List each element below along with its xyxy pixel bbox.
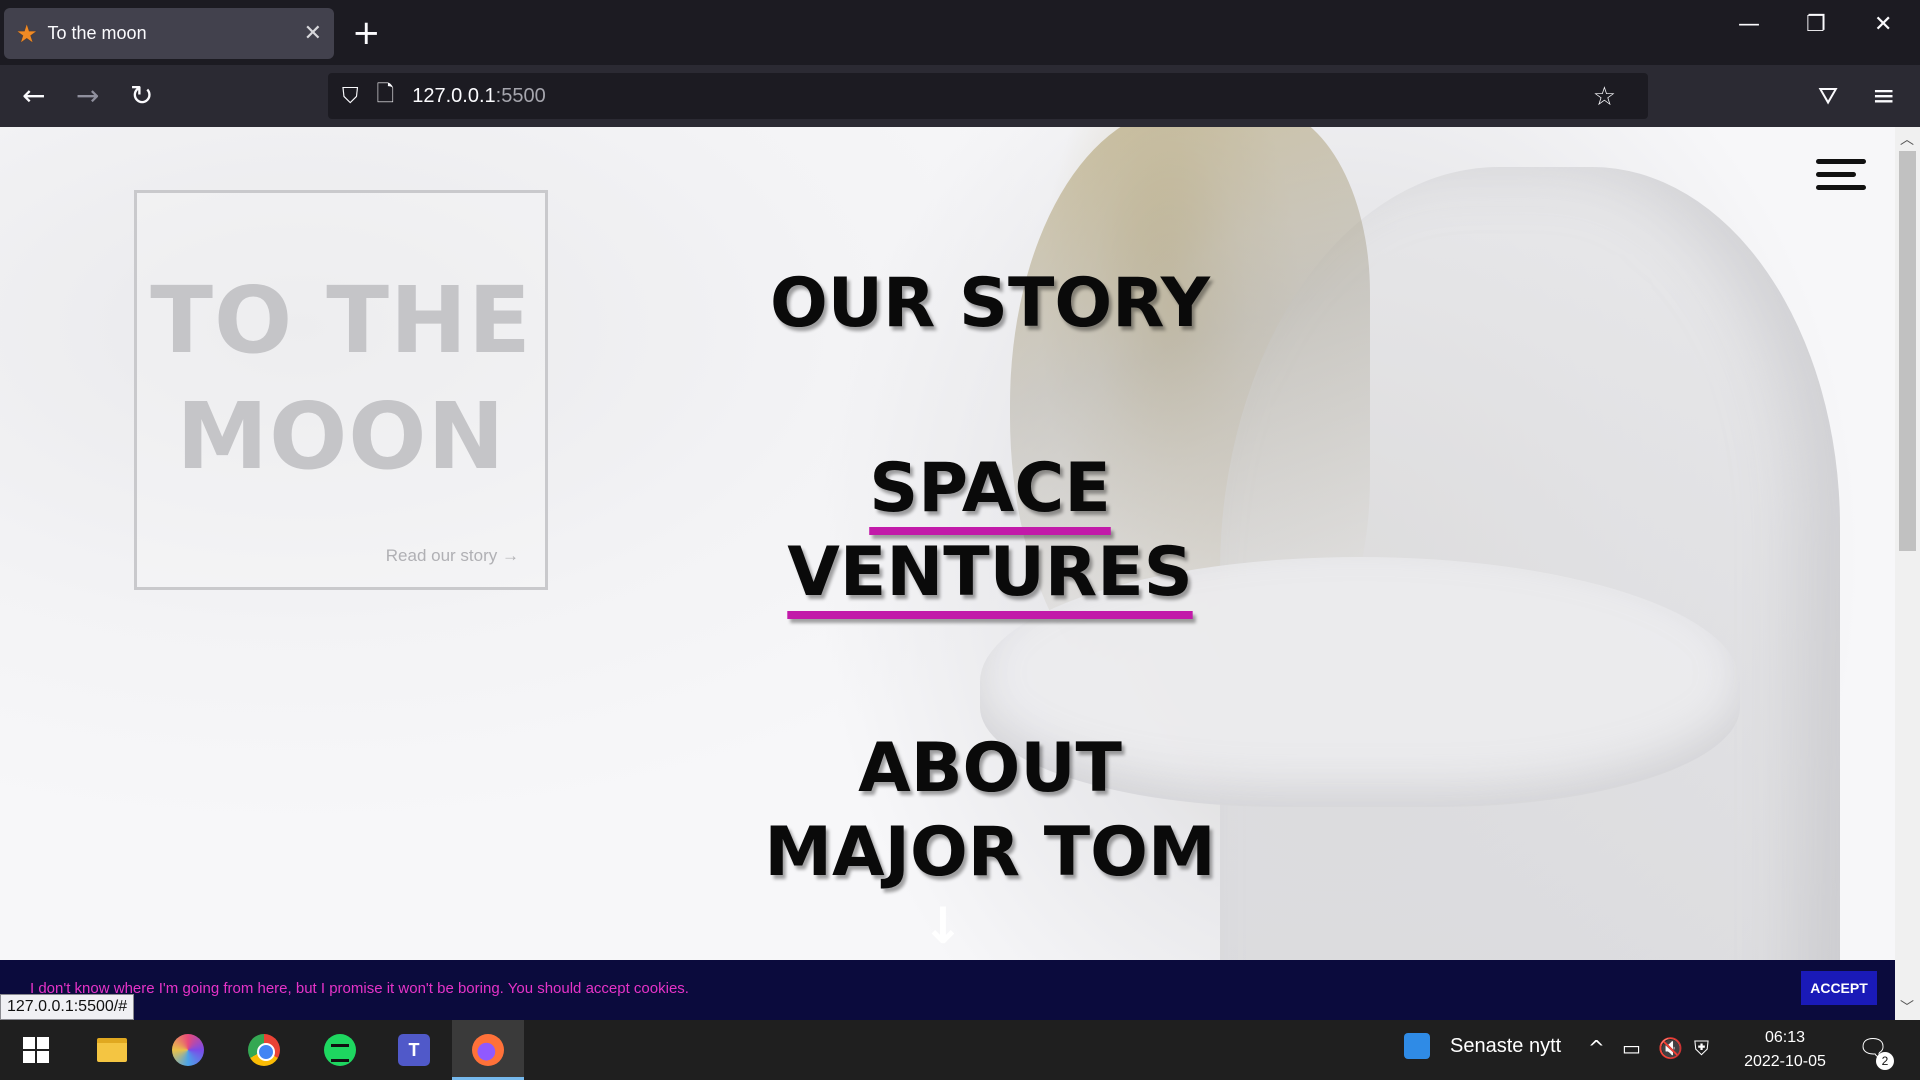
menu-item-space-ventures[interactable]: SPACE VENTURES (730, 447, 1250, 615)
page-icon: 🗋 (376, 81, 395, 106)
clock-date: 2022-10-05 (1744, 1053, 1826, 1070)
window-close-icon[interactable]: ✕ (1874, 12, 1892, 37)
clock-time: 06:13 (1764, 1029, 1806, 1046)
app-menu-icon[interactable]: ≡ (1872, 81, 1895, 111)
file-explorer-icon[interactable] (92, 1030, 132, 1070)
star-favicon-icon: ★ (16, 19, 38, 48)
news-label: Senaste nytt (1450, 1034, 1562, 1057)
read-our-story-link[interactable]: Read our story → (386, 546, 519, 566)
status-url-tooltip: 127.0.0.1:5500/# (0, 994, 135, 1020)
firefox-icon[interactable] (468, 1030, 508, 1070)
windows-start-icon[interactable] (16, 1030, 56, 1070)
menu-item-about-major-tom[interactable]: ABOUT MAJOR TOM (730, 727, 1250, 895)
accept-cookies-button[interactable]: ACCEPT (1801, 971, 1877, 1005)
teams-icon[interactable]: T (394, 1030, 434, 1070)
scrollbar-thumb[interactable] (1899, 151, 1916, 551)
shield-icon[interactable]: ⛉ (342, 83, 359, 109)
menu-item-label: SPACE VENTURES (787, 449, 1193, 612)
back-icon[interactable]: ← (22, 81, 45, 111)
hamburger-icon[interactable] (1816, 159, 1866, 198)
menu-item-label: OUR STORY (769, 264, 1211, 343)
notification-badge: 2 (1876, 1052, 1894, 1070)
scroll-down-icon[interactable]: ﹀ (1900, 997, 1914, 1017)
swirl-app-icon[interactable] (168, 1030, 208, 1070)
speaker-muted-icon[interactable]: 🔇 (1658, 1036, 1683, 1060)
taskbar: T Senaste nytt ^ ▭ 🔇 ⛨ 06:13 2022-10-05 … (0, 1020, 1920, 1080)
brand-title: TO THE MOON (150, 267, 532, 490)
url-port: :5500 (495, 84, 546, 107)
spotify-icon[interactable] (320, 1030, 360, 1070)
new-tab-icon[interactable]: + (352, 14, 381, 52)
tab-title: To the moon (47, 23, 147, 43)
scroll-up-icon[interactable]: ︿ (1900, 129, 1914, 149)
bookmark-star-icon[interactable]: ☆ (1593, 81, 1616, 112)
down-arrow-icon[interactable]: ↓ (922, 897, 964, 955)
battery-icon[interactable]: ▭ (1622, 1036, 1641, 1060)
news-widget[interactable]: Senaste nytt (1404, 1033, 1561, 1059)
tab-bar: ★ To the moon ✕ + — ❐ ✕ (0, 0, 1920, 65)
menu-item-label: ABOUT MAJOR TOM (764, 729, 1216, 892)
reload-icon[interactable]: ↻ (130, 81, 153, 111)
restore-icon[interactable]: ❐ (1806, 12, 1826, 37)
menu-item-our-story[interactable]: OUR STORY (640, 262, 1340, 346)
navigation-bar: ← → ↻ ⛉ 🗋 127.0.0.1:5500 ☆ ⛛ ≡ (0, 65, 1920, 127)
close-tab-icon[interactable]: ✕ (304, 21, 322, 46)
chrome-icon[interactable] (244, 1030, 284, 1070)
chevron-up-icon[interactable]: ^ (1588, 1036, 1605, 1060)
vertical-scrollbar[interactable]: ︿ ﹀ (1895, 127, 1920, 1020)
cookie-banner: I don't know where I'm going from here, … (0, 960, 1895, 1020)
forward-icon[interactable]: → (76, 81, 99, 111)
url-host: 127.0.0.1 (412, 84, 496, 107)
system-clock[interactable]: 06:13 2022-10-05 (1730, 1026, 1840, 1074)
browser-tab[interactable]: ★ To the moon ✕ (4, 8, 334, 59)
page-viewport: TO THE MOON Read our story → OUR STORY S… (0, 127, 1920, 1020)
url-bar[interactable]: ⛉ 🗋 127.0.0.1:5500 ☆ (328, 73, 1648, 119)
news-icon (1404, 1033, 1430, 1059)
pocket-icon[interactable]: ⛛ (1818, 81, 1838, 111)
minimize-icon[interactable]: — (1738, 12, 1760, 37)
security-tray-icon[interactable]: ⛨ (1694, 1036, 1709, 1060)
brand-card: TO THE MOON Read our story → (134, 190, 548, 590)
